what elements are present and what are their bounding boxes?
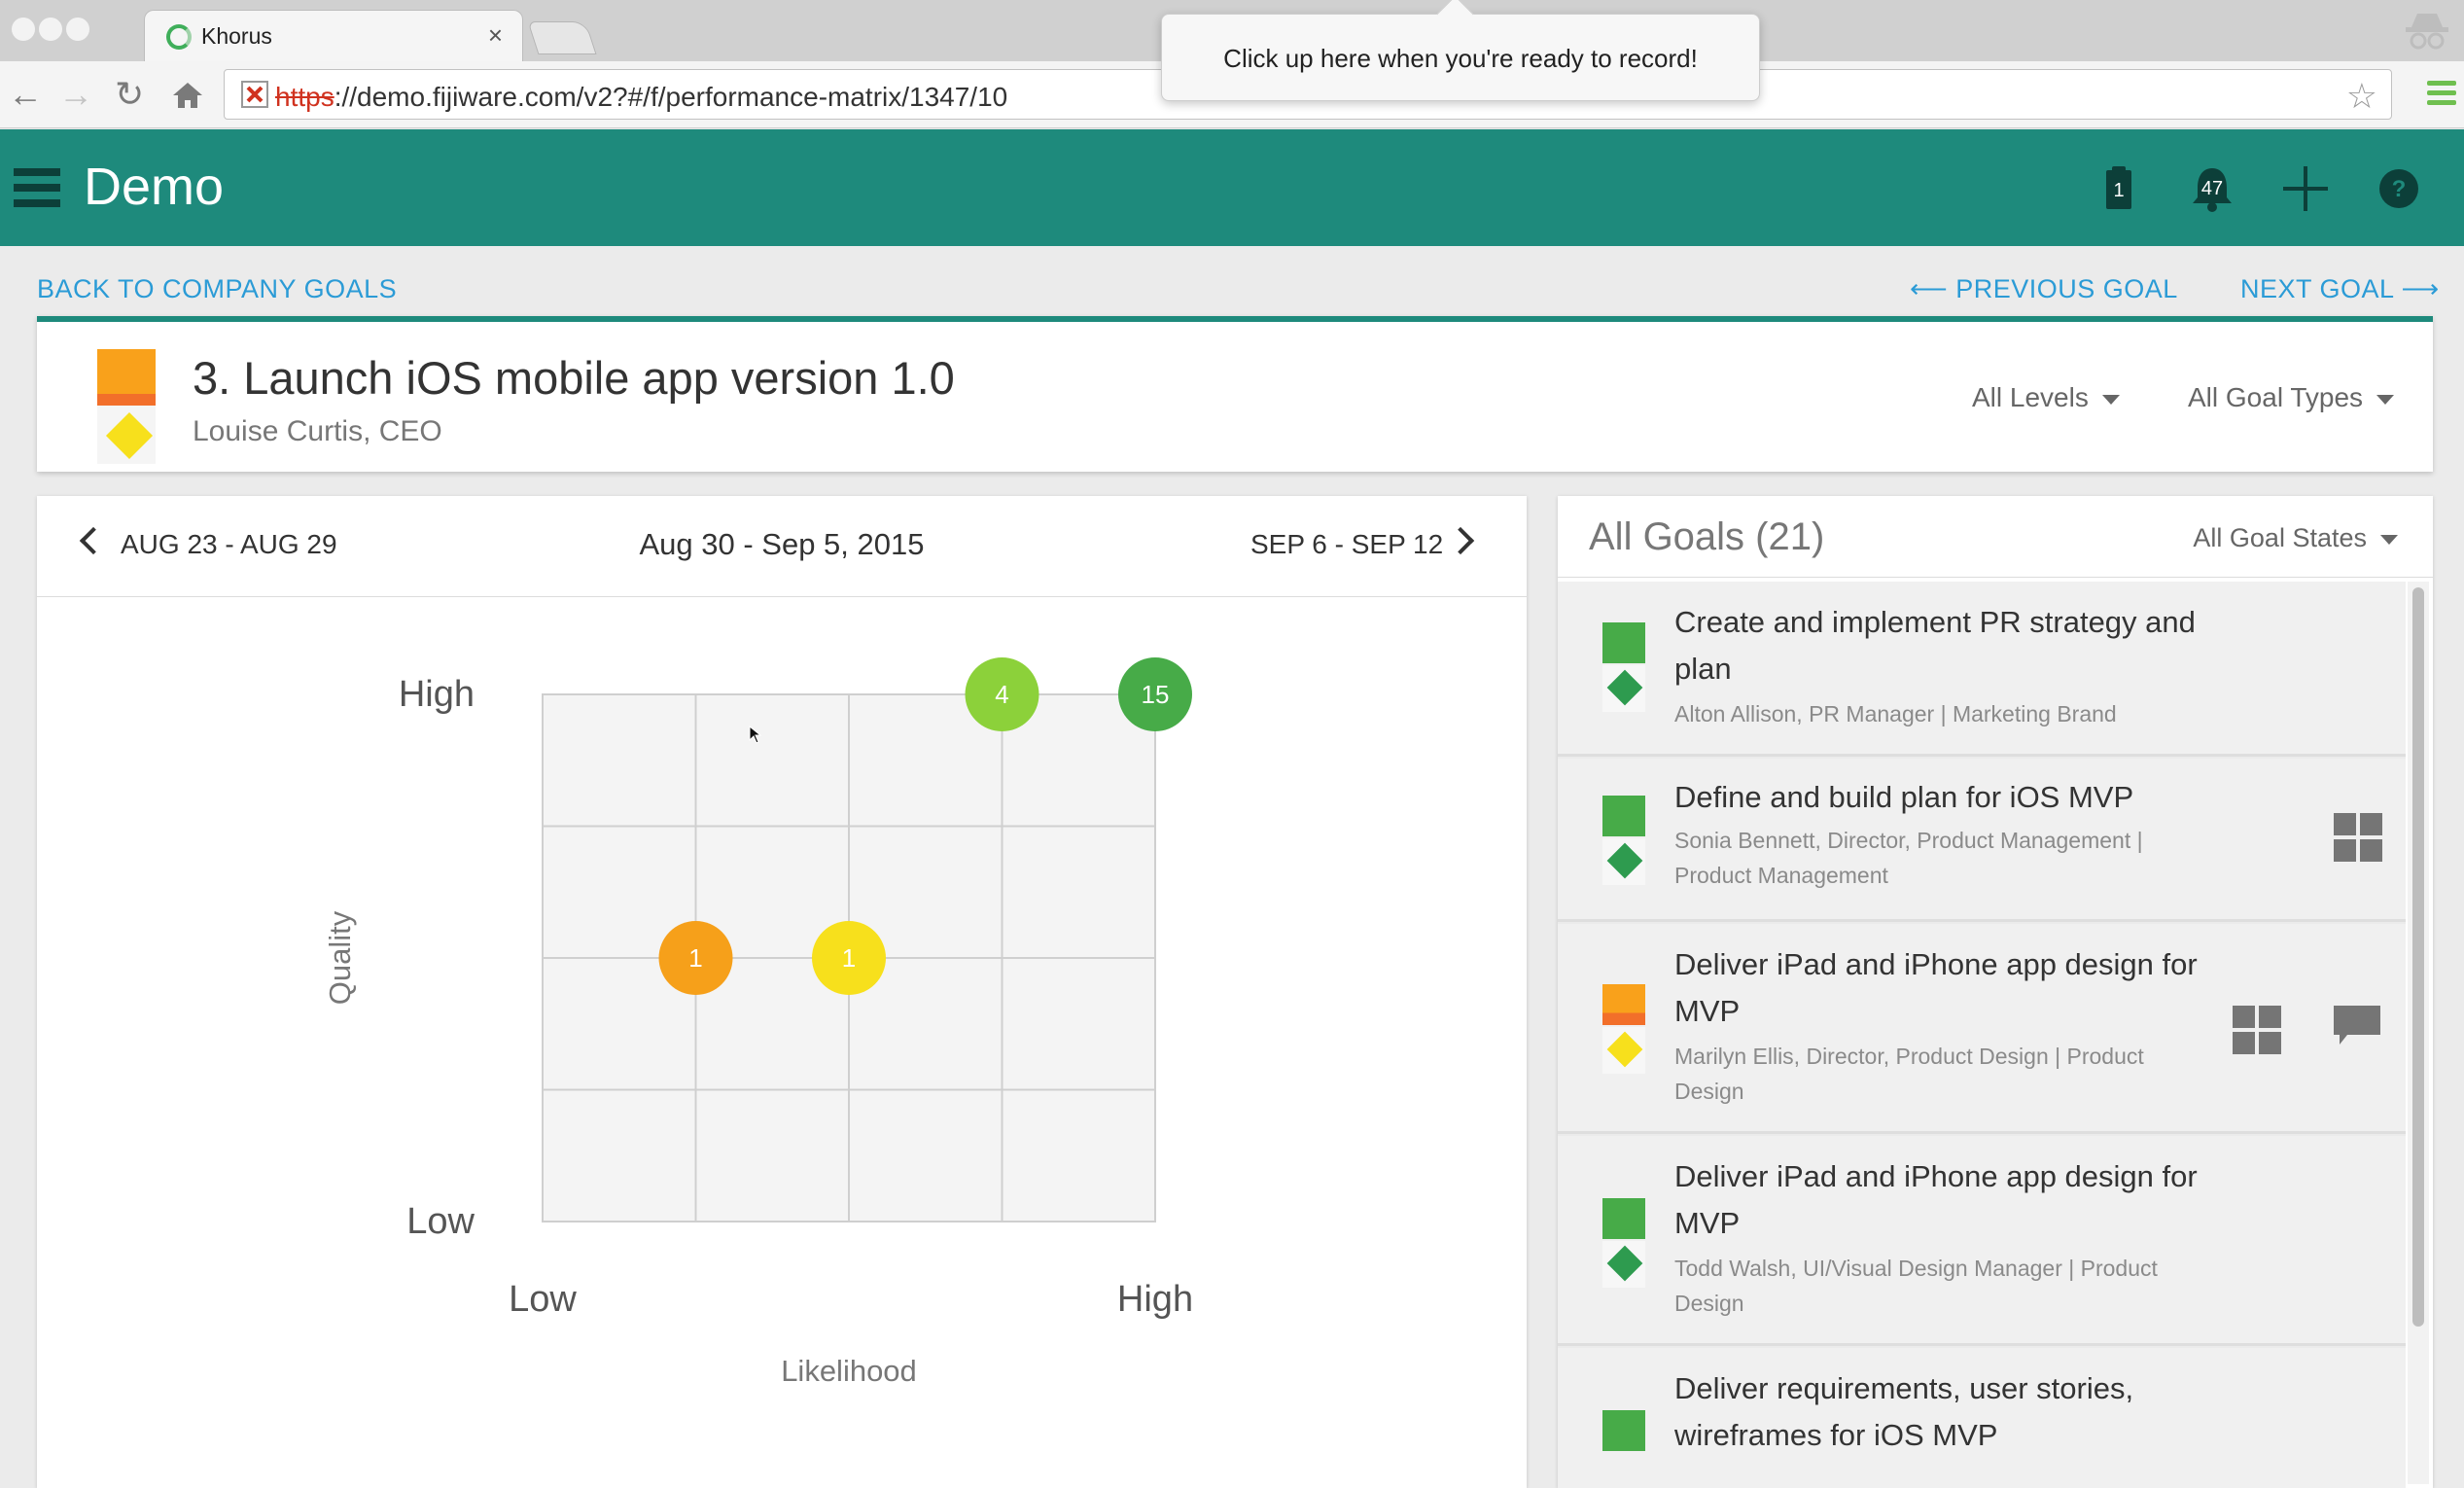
matrix-point-label: 1 bbox=[842, 943, 856, 973]
goal-item-title: Deliver requirements, user stories, wire… bbox=[1674, 1371, 2134, 1452]
confidence-diamond-icon bbox=[1606, 1031, 1643, 1068]
clipboard-icon[interactable]: 1 bbox=[2094, 164, 2143, 213]
confidence-diamond-icon bbox=[1606, 1245, 1643, 1282]
url-path: ://demo.fijiware.com/v2?#/f/performance-… bbox=[334, 82, 1008, 112]
insecure-lock-icon bbox=[241, 81, 268, 108]
goal-status-indicator bbox=[1602, 796, 1645, 836]
notifications-badge: 47 bbox=[2200, 178, 2224, 199]
list-item[interactable]: Create and implement PR strategy and pla… bbox=[1558, 582, 2406, 757]
forward-arrow-icon[interactable]: → bbox=[58, 75, 93, 114]
tab-title: Khorus bbox=[201, 23, 272, 49]
goal-header-card: 3. Launch iOS mobile app version 1.0 Lou… bbox=[37, 316, 2433, 472]
goal-states-dropdown[interactable]: All Goal States bbox=[2193, 523, 2398, 553]
y-axis-label: Quality bbox=[323, 910, 357, 1005]
hamburger-icon[interactable] bbox=[14, 168, 60, 209]
goal-status-indicator bbox=[1602, 622, 1645, 663]
reload-icon[interactable]: ↻ bbox=[115, 75, 144, 114]
window-zoom-dot[interactable] bbox=[66, 18, 89, 41]
chevron-down-icon bbox=[2376, 394, 2395, 405]
grid-icon[interactable] bbox=[2233, 1006, 2281, 1054]
goal-item-title: Deliver iPad and iPhone app design for M… bbox=[1674, 1159, 2198, 1240]
goal-item-subtitle: Todd Walsh, UI/Visual Design Manager | P… bbox=[1674, 1256, 2158, 1316]
goal-confidence-indicator bbox=[1602, 665, 1645, 712]
clipboard-badge: 1 bbox=[2113, 180, 2125, 201]
goal-status-indicator bbox=[1602, 1410, 1645, 1451]
goal-item-subtitle: Marilyn Ellis, Director, Product Design … bbox=[1674, 1044, 2144, 1104]
matrix-point-label: 4 bbox=[995, 680, 1008, 709]
app-header: Demo 1 47 ? bbox=[0, 129, 2464, 246]
bell-icon[interactable]: 47 bbox=[2188, 164, 2236, 213]
tab-close-icon[interactable]: × bbox=[488, 20, 503, 51]
add-icon[interactable] bbox=[2281, 164, 2330, 213]
goals-list-title: All Goals (21) bbox=[1589, 515, 1825, 558]
confidence-diamond-icon bbox=[105, 411, 154, 460]
goals-list-header: All Goals (21) All Goal States bbox=[1558, 496, 2433, 578]
goal-confidence-indicator bbox=[97, 406, 156, 464]
confidence-diamond-icon bbox=[1606, 842, 1643, 879]
grid-icon[interactable] bbox=[2334, 813, 2382, 862]
new-tab-button[interactable] bbox=[527, 21, 597, 54]
svg-text:?: ? bbox=[2392, 176, 2407, 202]
goal-status-indicator bbox=[97, 349, 156, 394]
home-icon[interactable] bbox=[171, 81, 204, 110]
goal-types-dropdown[interactable]: All Goal Types bbox=[2188, 382, 2395, 413]
matrix-point-label: 15 bbox=[1142, 680, 1170, 709]
bookmark-star-icon[interactable]: ☆ bbox=[2346, 76, 2377, 117]
goals-list-scrollbar[interactable] bbox=[2408, 582, 2429, 1484]
scrollbar-thumb[interactable] bbox=[2412, 587, 2424, 1327]
list-item[interactable]: Define and build plan for iOS MVP Sonia … bbox=[1558, 759, 2406, 922]
goal-item-title: Create and implement PR strategy and pla… bbox=[1674, 605, 2196, 686]
record-tooltip: Click up here when you're ready to recor… bbox=[1161, 14, 1760, 101]
x-tick-label: Low bbox=[509, 1279, 577, 1320]
y-tick-label: High bbox=[399, 674, 475, 715]
chevron-down-icon bbox=[2101, 394, 2120, 405]
record-tooltip-text: Click up here when you're ready to recor… bbox=[1223, 44, 1698, 73]
goal-states-dropdown-label: All Goal States bbox=[2193, 523, 2367, 552]
list-item[interactable]: Deliver requirements, user stories, wire… bbox=[1558, 1348, 2406, 1488]
favicon-icon bbox=[166, 24, 192, 50]
performance-matrix-chart: High Low Low High Likelihood Quality 4 15 1 1 bbox=[323, 657, 1193, 1388]
levels-dropdown[interactable]: All Levels bbox=[1972, 382, 2120, 413]
goal-status-indicator bbox=[1602, 984, 1645, 1025]
goals-list: Create and implement PR strategy and pla… bbox=[1558, 582, 2406, 1488]
goals-list-card: All Goals (21) All Goal States Create an… bbox=[1558, 496, 2433, 1488]
goal-confidence-indicator bbox=[1602, 1241, 1645, 1288]
mouse-cursor-icon bbox=[749, 726, 762, 744]
goal-item-title: Define and build plan for iOS MVP bbox=[1674, 780, 2134, 814]
goal-item-subtitle: Alton Allison, PR Manager | Marketing Br… bbox=[1674, 701, 2117, 726]
list-item[interactable]: Deliver iPad and iPhone app design for M… bbox=[1558, 924, 2406, 1134]
help-icon[interactable]: ? bbox=[2375, 164, 2423, 213]
goal-confidence-indicator bbox=[1602, 838, 1645, 885]
list-item[interactable]: Deliver iPad and iPhone app design for M… bbox=[1558, 1136, 2406, 1346]
goal-types-dropdown-label: All Goal Types bbox=[2188, 382, 2364, 412]
goal-item-title: Deliver iPad and iPhone app design for M… bbox=[1674, 947, 2198, 1028]
goal-title: 3. Launch iOS mobile app version 1.0 bbox=[193, 352, 955, 404]
back-arrow-icon[interactable]: ← bbox=[8, 75, 43, 114]
matrix-point-label: 1 bbox=[688, 943, 702, 973]
goal-confidence-indicator bbox=[1602, 1027, 1645, 1074]
levels-dropdown-label: All Levels bbox=[1972, 382, 2089, 412]
goal-status-stripe bbox=[97, 394, 156, 406]
next-goal-link[interactable]: NEXT GOAL ⟶ bbox=[2240, 274, 2440, 304]
browser-menu-icon[interactable] bbox=[2427, 81, 2456, 108]
x-tick-label: High bbox=[1117, 1279, 1193, 1320]
chevron-down-icon bbox=[2380, 534, 2398, 545]
browser-tab[interactable]: Khorus × bbox=[144, 10, 523, 61]
app-title: Demo bbox=[84, 158, 225, 216]
goal-owner: Louise Curtis, CEO bbox=[193, 415, 442, 447]
confidence-diamond-icon bbox=[1606, 669, 1643, 706]
y-tick-label: Low bbox=[406, 1201, 475, 1242]
chat-icon[interactable] bbox=[2334, 1006, 2380, 1045]
goal-status-indicator bbox=[1602, 1198, 1645, 1239]
previous-goal-link[interactable]: ⟵ PREVIOUS GOAL bbox=[1910, 274, 2178, 304]
back-to-company-goals-link[interactable]: BACK TO COMPANY GOALS bbox=[37, 274, 397, 304]
url-text: https://demo.fijiware.com/v2?#/f/perform… bbox=[275, 82, 1007, 113]
window-minimize-dot[interactable] bbox=[39, 18, 62, 41]
goal-item-subtitle: Sonia Bennett, Director, Product Managem… bbox=[1674, 828, 2143, 888]
performance-matrix-card: AUG 23 - AUG 29 Aug 30 - Sep 5, 2015 SEP… bbox=[37, 496, 1527, 1488]
x-axis-label: Likelihood bbox=[781, 1354, 917, 1388]
incognito-icon bbox=[2406, 14, 2448, 50]
window-close-dot[interactable] bbox=[12, 18, 35, 41]
url-scheme: https bbox=[275, 82, 334, 112]
